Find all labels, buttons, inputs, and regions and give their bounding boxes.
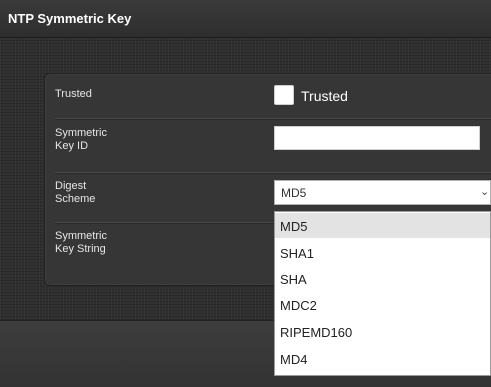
trusted-checkbox-label[interactable]: Trusted: [301, 88, 348, 104]
option-sha[interactable]: SHA: [275, 266, 490, 291]
key-id-label: Symmetric Key ID: [55, 127, 107, 152]
digest-scheme-dropdown: MD5 SHA1 SHA MDC2 RIPEMD160 MD4: [274, 211, 491, 376]
trusted-checkbox[interactable]: [274, 85, 294, 105]
digest-scheme-select[interactable]: MD5 ⌄: [274, 180, 491, 205]
digest-scheme-value: MD5: [281, 186, 307, 200]
key-string-label: Symmetric Key String: [55, 230, 107, 255]
dialog-title: NTP Symmetric Key: [0, 0, 491, 38]
chevron-down-icon: ⌄: [480, 186, 490, 198]
digest-scheme-label: Digest Scheme: [55, 180, 96, 205]
option-ripemd160[interactable]: RIPEMD160: [275, 319, 490, 344]
trusted-label: Trusted: [55, 88, 92, 100]
option-sha1[interactable]: SHA1: [275, 240, 490, 265]
row-divider: [55, 172, 491, 174]
row-divider: [55, 118, 491, 120]
option-mdc2[interactable]: MDC2: [275, 292, 490, 317]
option-md4[interactable]: MD4: [275, 346, 490, 371]
option-md5[interactable]: MD5: [275, 213, 490, 238]
key-id-input[interactable]: [274, 126, 480, 150]
